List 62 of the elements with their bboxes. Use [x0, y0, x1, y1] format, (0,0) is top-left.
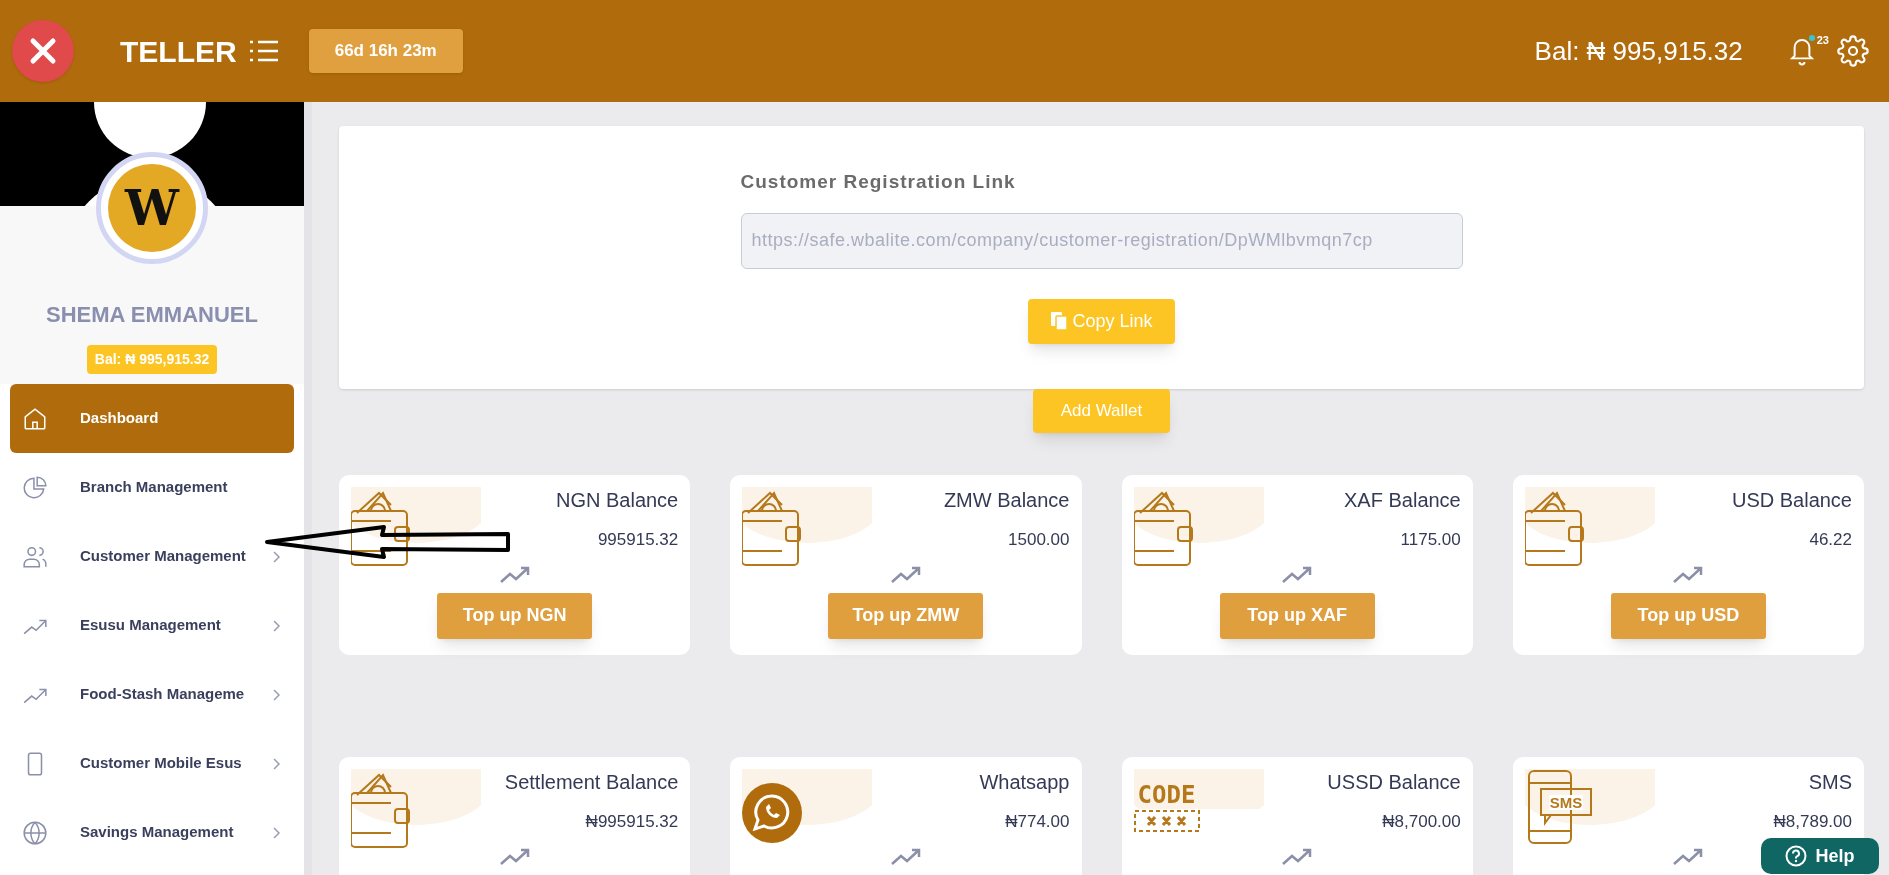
close-icon	[28, 36, 58, 66]
card-title: USSD Balance	[1327, 770, 1461, 795]
header-balance: Bal: ₦ 995,915.32	[1534, 34, 1743, 68]
wallet-icon	[1133, 487, 1264, 567]
menu-button[interactable]	[248, 38, 279, 64]
list-icon	[248, 38, 279, 64]
card-title: NGN Balance	[555, 488, 679, 513]
app-title: TELLER	[120, 33, 237, 70]
globe-icon	[22, 819, 48, 846]
notifications-button[interactable]: 23	[1786, 35, 1829, 67]
sidebar-item[interactable]: Dashboard	[10, 384, 294, 453]
card-title: XAF Balance	[1344, 488, 1461, 513]
help-button[interactable]: Help	[1761, 838, 1879, 874]
card-title: USD Balance	[1731, 488, 1852, 513]
wallet-icon	[351, 769, 481, 849]
trend-icon	[498, 564, 531, 585]
pie-chart-icon	[22, 474, 48, 501]
sidebar-item[interactable]: Customer Mobile Esus	[10, 729, 294, 798]
settings-button[interactable]	[1837, 35, 1869, 67]
trend-icon	[1281, 846, 1314, 867]
card-title: SMS	[1808, 770, 1852, 795]
sidebar-item[interactable]: Savings Management	[10, 798, 294, 867]
card-amount: ₦8,700.00	[1382, 811, 1461, 833]
card-title: ZMW Balance	[943, 488, 1070, 513]
top-up-button[interactable]: Top up NGN	[437, 592, 593, 639]
close-button[interactable]	[12, 20, 74, 82]
top-up-button[interactable]: Top up USD	[1610, 592, 1766, 639]
card-amount: ₦995915.32	[585, 811, 679, 833]
notification-count: 23	[1816, 35, 1829, 46]
card-amount: 46.22	[1809, 529, 1852, 551]
field-label: Customer Registration Link	[740, 170, 1017, 194]
wallet-icon	[742, 487, 873, 567]
trend-icon	[889, 846, 922, 867]
timer-button[interactable]: 66d 16h 23m	[308, 29, 463, 73]
crossed-boxes-icon	[1133, 810, 1200, 832]
settings-icon	[1837, 35, 1869, 67]
card-amount: 1175.00	[1400, 529, 1461, 551]
card-amount: 1500.00	[1008, 529, 1070, 551]
trend-icon	[1281, 564, 1314, 585]
sidebar-item[interactable]: Branch Management	[10, 453, 294, 522]
top-up-button[interactable]: Top up ZMW	[828, 592, 984, 639]
sidebar-item[interactable]: Esusu Management	[10, 591, 294, 660]
user-name: SHEMA EMMANUEL	[46, 301, 258, 329]
card-title: Whatsapp	[979, 770, 1070, 795]
wallet-icon	[1524, 487, 1655, 567]
card-amount: 995915.32	[597, 529, 679, 551]
card-amount: ₦774.00	[1005, 811, 1070, 833]
sidebar-item[interactable]: Food-Stash Manageme	[10, 660, 294, 729]
copy-icon	[1050, 311, 1069, 331]
trend-icon	[1672, 564, 1705, 585]
sms-label: SMS	[1548, 795, 1584, 810]
question-icon	[1785, 845, 1808, 867]
card-title: Settlement Balance	[504, 770, 679, 795]
card-amount: ₦8,789.00	[1773, 811, 1852, 833]
trend-icon	[1672, 846, 1705, 867]
trend-icon	[498, 846, 531, 867]
top-up-button[interactable]: Top up XAF	[1219, 592, 1375, 639]
code-label: CODE	[1137, 783, 1196, 807]
wallet-icon	[351, 487, 481, 567]
balance-badge: Bal: ₦ 995,915.32	[86, 345, 218, 374]
sidebar-item[interactable]: Customer Management	[10, 522, 294, 591]
trend-icon	[889, 564, 922, 585]
